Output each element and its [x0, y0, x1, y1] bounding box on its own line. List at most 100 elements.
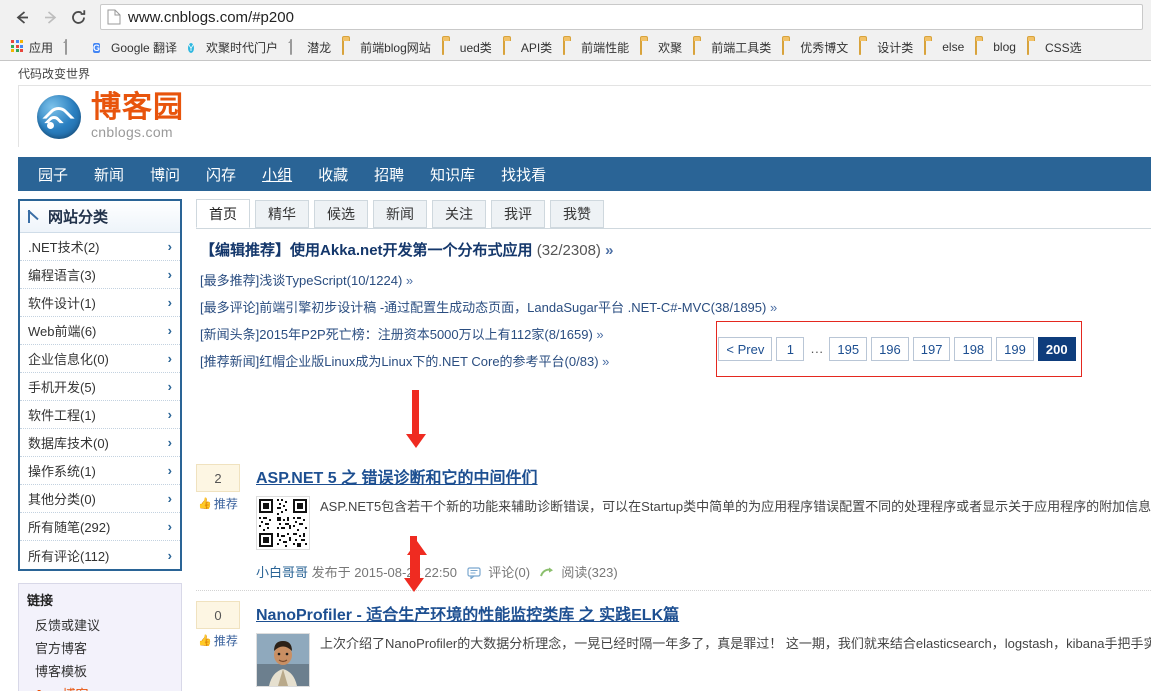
tab-following[interactable]: 关注	[432, 200, 486, 228]
tab-featured[interactable]: 精华	[255, 200, 309, 228]
sidebar-item-all-comments[interactable]: 所有评论(112) ›	[20, 541, 180, 569]
bookmark-folder-else[interactable]: else	[919, 37, 969, 57]
sidebar-item-all-posts[interactable]: 所有随笔(292) ›	[20, 513, 180, 541]
bookmark-label: 优秀博文	[800, 40, 849, 55]
sidebar-item-other[interactable]: 其他分类(0) ›	[20, 485, 180, 513]
bookmark-folder-design[interactable]: 设计类	[854, 37, 918, 57]
folder-icon	[859, 39, 873, 55]
sidebar-item-software-engineering[interactable]: 软件工程(1) ›	[20, 401, 180, 429]
nav-item-yuanzi[interactable]: 园子	[38, 164, 68, 185]
headline-more[interactable]: »	[593, 327, 603, 342]
nav-item-search[interactable]: 找找看	[501, 164, 546, 185]
digg-count: 2	[196, 464, 240, 492]
bookmark-apps[interactable]: 应用	[6, 37, 58, 57]
sidebar-item-enterprise-it[interactable]: 企业信息化(0) ›	[20, 345, 180, 373]
nav-item-news[interactable]: 新闻	[94, 164, 124, 185]
sidebar-item-software-design[interactable]: 软件设计(1) ›	[20, 289, 180, 317]
nav-item-kb[interactable]: 知识库	[430, 164, 475, 185]
bookmark-google-translate[interactable]: G Google 翻译	[88, 37, 182, 57]
post-title-link[interactable]: NanoProfiler - 适合生产环境的性能监控类库 之 实践ELK篇	[256, 601, 679, 625]
pagination-page-1[interactable]: 1	[776, 337, 805, 361]
pagination-page-200-current[interactable]: 200	[1037, 337, 1076, 361]
sidebar-item-dotnet[interactable]: .NET技术(2) ›	[20, 233, 180, 261]
sidebar-item-web-frontend[interactable]: Web前端(6) ›	[20, 317, 180, 345]
folder-icon	[693, 39, 707, 55]
recommend-label: 推荐	[213, 634, 238, 648]
headline-more[interactable]: »	[766, 300, 777, 315]
sidebar-item-os[interactable]: 操作系统(1) ›	[20, 457, 180, 485]
post-author[interactable]: 小白哥哥	[256, 565, 308, 580]
headline-more[interactable]: »	[402, 273, 413, 288]
bookmark-folder-blog[interactable]: blog	[970, 37, 1021, 57]
nav-item-bowen[interactable]: 博问	[150, 164, 180, 185]
headline-prefix[interactable]: 【编辑推荐】	[200, 242, 290, 259]
headline-text[interactable]: 前端引擎初步设计稿 -通过配置生成动态页面，LandaSugar平台 .NET-…	[259, 300, 766, 315]
folder-icon	[441, 39, 456, 55]
pagination-page-199[interactable]: 199	[996, 337, 1034, 361]
nav-item-groups[interactable]: 小组	[262, 164, 292, 185]
recommend-button[interactable]: 👍 推荐	[196, 495, 240, 512]
link-item-blog-templates[interactable]: 博客模板	[27, 659, 173, 682]
pagination-page-195[interactable]: 195	[829, 337, 868, 361]
pagination-page-197[interactable]: 197	[912, 337, 951, 361]
bookmark-folder-frontend-perf[interactable]: 前端性能	[558, 37, 634, 57]
chevron-right-icon: ›	[167, 547, 172, 563]
link-item-feedback[interactable]: 反馈或建议	[27, 613, 173, 636]
recommend-button[interactable]: 👍 推荐	[196, 632, 240, 649]
bookmarks-bar: 应用 G Google 翻译 Y 欢聚时代门户 潜龙 前端blog网站 ued类	[0, 34, 1151, 60]
pagination-page-196[interactable]: 196	[871, 337, 909, 361]
post-thumbnail-qrcode	[256, 496, 310, 550]
sidebar-item-mobile-dev[interactable]: 手机开发(5) ›	[20, 373, 180, 401]
headline-prefix[interactable]: [推荐新闻]	[200, 354, 259, 369]
link-item-official-blog[interactable]: 官方博客	[27, 636, 173, 659]
post-digg: 2 👍 推荐	[196, 464, 246, 582]
category-label: 其他分类(0)	[28, 492, 96, 507]
content-tabs: 首页 精华 候选 新闻 关注 我评 我赞	[196, 199, 1151, 229]
folder-icon	[502, 39, 517, 55]
nav-item-jobs[interactable]: 招聘	[374, 164, 404, 185]
tab-candidate[interactable]: 候选	[314, 200, 368, 228]
nav-item-favorites[interactable]: 收藏	[318, 164, 348, 185]
site-logo[interactable]: 博客园 cnblogs.com	[37, 93, 184, 140]
bookmark-folder-excellent-articles[interactable]: 优秀博文	[777, 37, 853, 57]
bookmark-folder-ued[interactable]: ued类	[437, 37, 497, 57]
recommend-label: 推荐	[213, 497, 238, 511]
bookmark-folder-huanju[interactable]: 欢聚	[635, 37, 687, 57]
headline-text[interactable]: 红帽企业版Linux成为Linux下的.NET Core的参考平台(0/83)	[259, 354, 598, 369]
forward-button[interactable]	[36, 3, 64, 31]
back-button[interactable]	[8, 3, 36, 31]
bookmark-doc-1[interactable]	[59, 37, 87, 57]
headline-text[interactable]: 浅谈TypeScript(10/1224)	[259, 273, 402, 288]
tab-my-comments[interactable]: 我评	[491, 200, 545, 228]
headline-more[interactable]: »	[599, 354, 609, 369]
reload-button[interactable]	[64, 3, 92, 31]
post-title-link[interactable]: ASP.NET 5 之 错误诊断和它的中间件们	[256, 464, 538, 488]
link-item-java-blog[interactable]: Java博客	[27, 682, 173, 691]
address-bar[interactable]: www.cnblogs.com/#p200	[100, 4, 1143, 30]
headline-prefix[interactable]: [最多评论]	[200, 300, 259, 315]
bookmark-qianlong[interactable]: 潜龙	[284, 37, 336, 57]
post-summary: ASP.NET5包含若干个新的功能来辅助诊断错误，可以在Startup类中简单的…	[320, 499, 1151, 514]
bookmark-yy-portal[interactable]: Y 欢聚时代门户	[183, 37, 283, 57]
pagination-prev[interactable]: < Prev	[718, 337, 773, 361]
tab-home[interactable]: 首页	[196, 199, 250, 228]
nav-item-shancun[interactable]: 闪存	[206, 164, 236, 185]
bookmark-folder-api[interactable]: API类	[498, 37, 557, 57]
post-comments-count[interactable]: 评论(0)	[488, 565, 530, 580]
bookmark-folder-frontend-blog[interactable]: 前端blog网站	[337, 37, 436, 57]
headline-more[interactable]: »	[605, 242, 613, 259]
tab-news[interactable]: 新闻	[373, 200, 427, 228]
headline-text[interactable]: 2015年P2P死亡榜：注册资本5000万以上有112家(8/1659)	[259, 327, 593, 342]
sidebar-item-database[interactable]: 数据库技术(0) ›	[20, 429, 180, 457]
headline-prefix[interactable]: [新闻头条]	[200, 327, 259, 342]
post-read-count[interactable]: 阅读(323)	[561, 565, 617, 580]
sidebar-item-programming-languages[interactable]: 编程语言(3) ›	[20, 261, 180, 289]
headline-prefix[interactable]: [最多推荐]	[200, 273, 259, 288]
pagination-page-198[interactable]: 198	[954, 337, 993, 361]
bookmark-folder-css[interactable]: CSS选	[1022, 37, 1087, 57]
bookmark-folder-frontend-tools[interactable]: 前端工具类	[688, 37, 776, 57]
site-header: 博客园 cnblogs.com	[18, 85, 1151, 147]
headline-text[interactable]: 使用Akka.net开发第一个分布式应用	[290, 242, 533, 259]
page-viewport: 代码改变世界 博客园 cnblogs.com 园子 新闻 博问 闪存 小组 收藏…	[0, 61, 1151, 691]
tab-my-likes[interactable]: 我赞	[550, 200, 604, 228]
